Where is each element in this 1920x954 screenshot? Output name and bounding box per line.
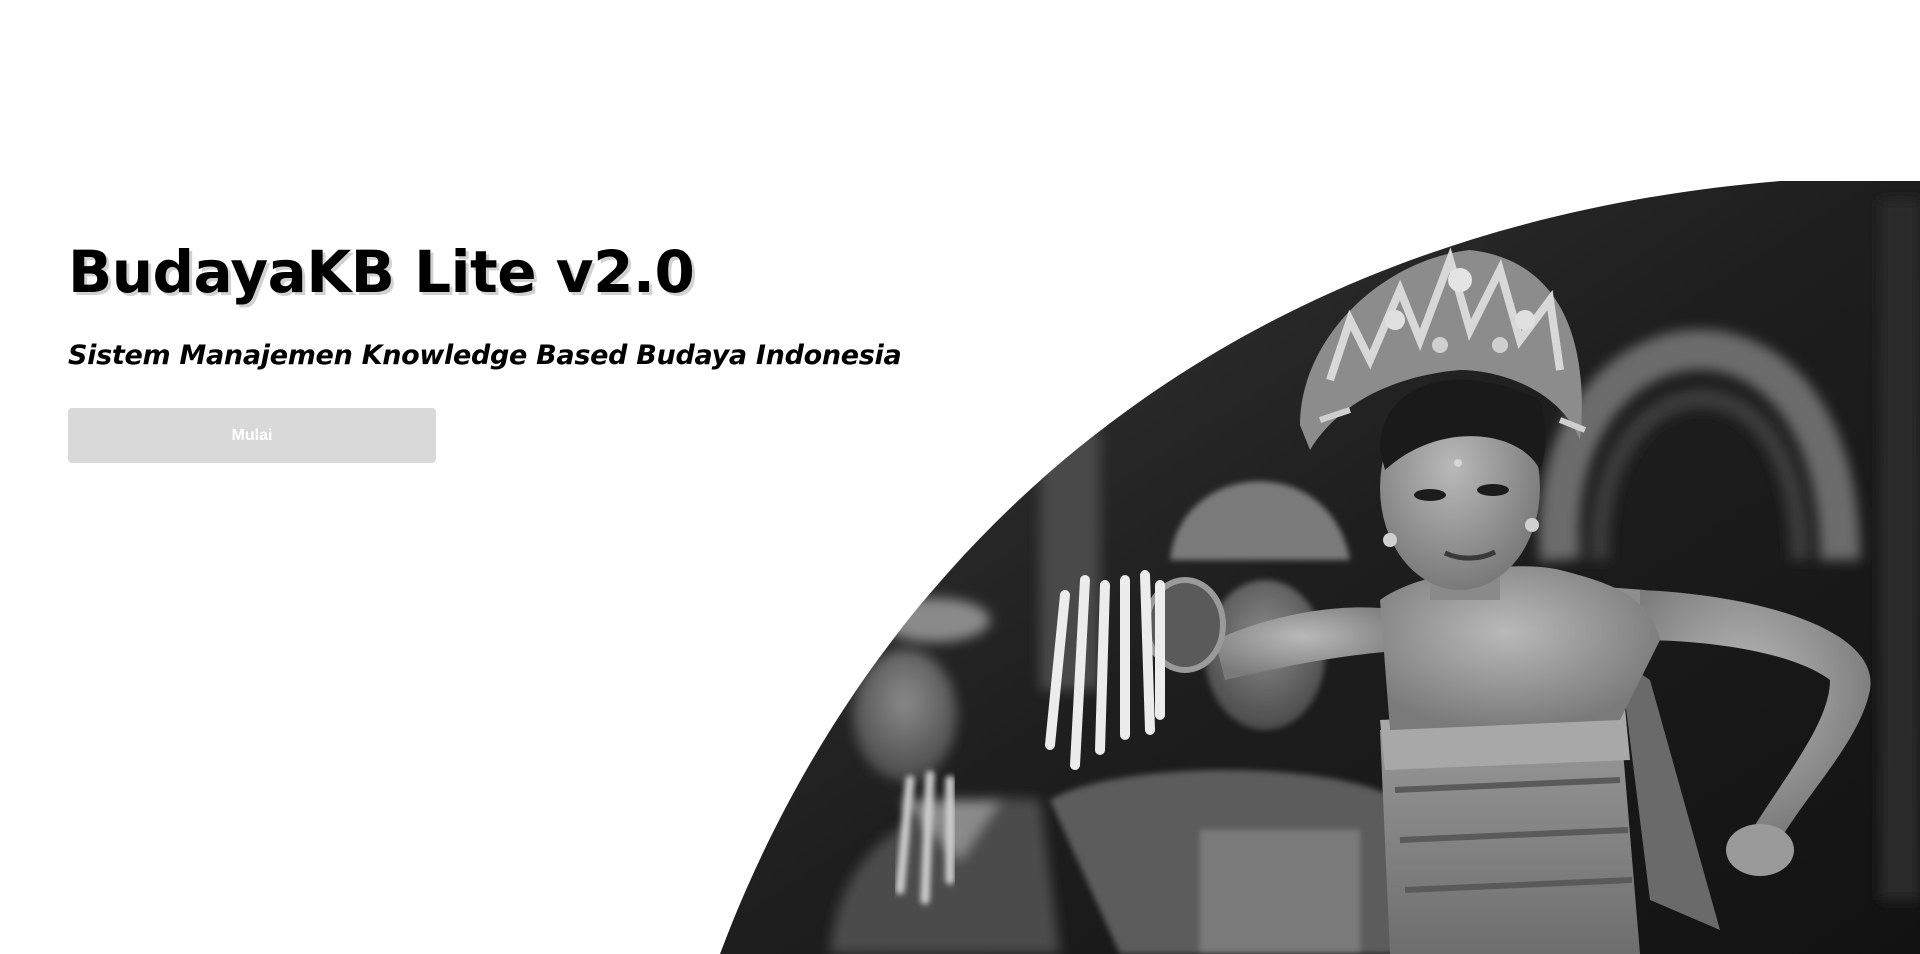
start-button[interactable]: Mulai [68, 408, 436, 463]
app-title: BudayaKB Lite v2.0 [68, 238, 695, 306]
hero-photo [720, 181, 1920, 954]
hero-content: BudayaKB Lite v2.0 Sistem Manajemen Know… [68, 232, 928, 463]
app-subtitle: Sistem Manajemen Knowledge Based Budaya … [68, 340, 902, 371]
hero-section: BudayaKB Lite v2.0 Sistem Manajemen Know… [0, 0, 1920, 954]
